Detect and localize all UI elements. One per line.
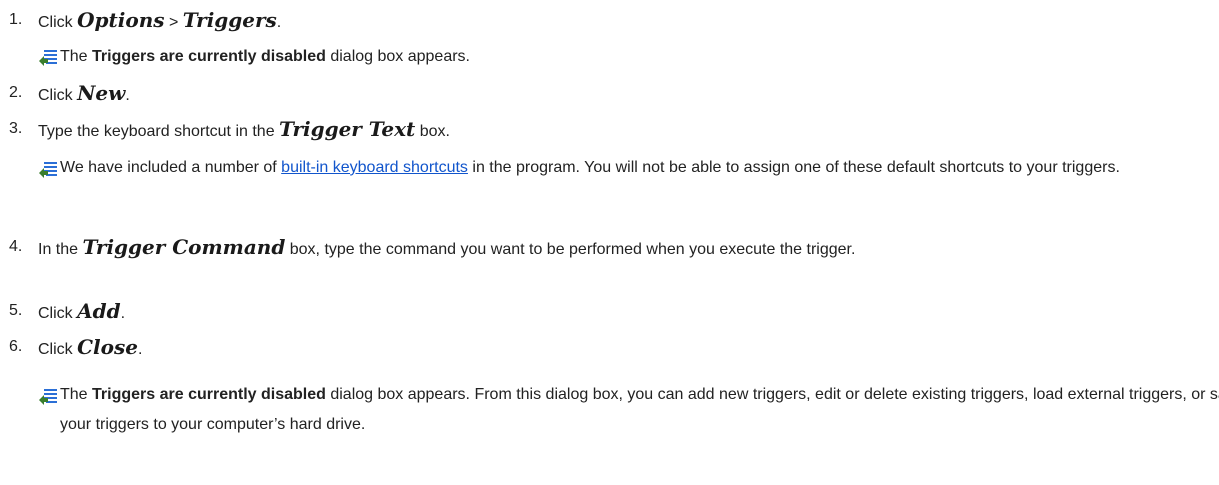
note-icon — [38, 159, 58, 178]
dialog-name: Triggers are currently disabled — [92, 386, 326, 403]
step-text: Click — [38, 87, 78, 104]
note-text-end: dialog box appears. — [325, 48, 470, 65]
note-icon — [38, 48, 58, 66]
note-dialog-appears: The Triggers are currently disabled dial… — [0, 46, 500, 68]
ui-term-trigger-command: Trigger Command — [82, 235, 286, 259]
step-text-end: . — [137, 341, 143, 358]
step-text-end: . — [125, 87, 130, 104]
step-1: 1. Click Options > Triggers. — [0, 9, 281, 34]
note-text: We have included a number of — [60, 159, 282, 176]
note-text: The — [60, 48, 93, 65]
ui-term-add: Add — [77, 299, 121, 323]
step-4: 4. In the Trigger Command box, type the … — [0, 232, 1198, 265]
step-text-end: box. — [415, 123, 450, 140]
step-number: 3. — [9, 120, 23, 137]
step-text-end: . — [120, 305, 126, 322]
ui-term-triggers: Triggers — [182, 8, 277, 32]
built-in-shortcuts-link[interactable]: built-in keyboard shortcuts — [281, 159, 468, 176]
step-text-end: . — [276, 14, 282, 31]
ui-term-close: Close — [77, 335, 138, 359]
step-number: 2. — [9, 84, 23, 101]
step-5: 5. Click Add. — [0, 300, 125, 325]
step-number: 1. — [9, 11, 23, 28]
step-number: 4. — [9, 238, 23, 255]
note-text: The — [60, 386, 93, 403]
ui-term-trigger-text: Trigger Text — [279, 117, 416, 141]
step-text: Click — [38, 14, 78, 31]
step-text-end: box, type the command you want to be per… — [285, 241, 856, 258]
note-text-end: in the program. You will not be able to … — [467, 159, 1120, 176]
ui-term-new: New — [77, 81, 126, 105]
step-2: 2. Click New. — [0, 82, 130, 107]
step-3: 3. Type the keyboard shortcut in the Tri… — [0, 118, 450, 143]
step-text: In the — [38, 241, 83, 258]
menu-separator: > — [164, 14, 183, 31]
step-number: 5. — [9, 302, 23, 319]
dialog-name: Triggers are currently disabled — [92, 48, 326, 65]
step-text: Type the keyboard shortcut in the — [38, 123, 280, 140]
step-text: Click — [38, 305, 78, 322]
step-6: 6. Click Close. — [0, 336, 142, 361]
step-number: 6. — [9, 338, 23, 355]
step-text: Click — [38, 341, 78, 358]
note-icon — [38, 386, 58, 405]
ui-term-options: Options — [77, 8, 165, 32]
note-dialog-functions: The Triggers are currently disabled dial… — [0, 380, 1219, 440]
note-built-in-shortcuts: We have included a number of built-in ke… — [0, 153, 1219, 183]
